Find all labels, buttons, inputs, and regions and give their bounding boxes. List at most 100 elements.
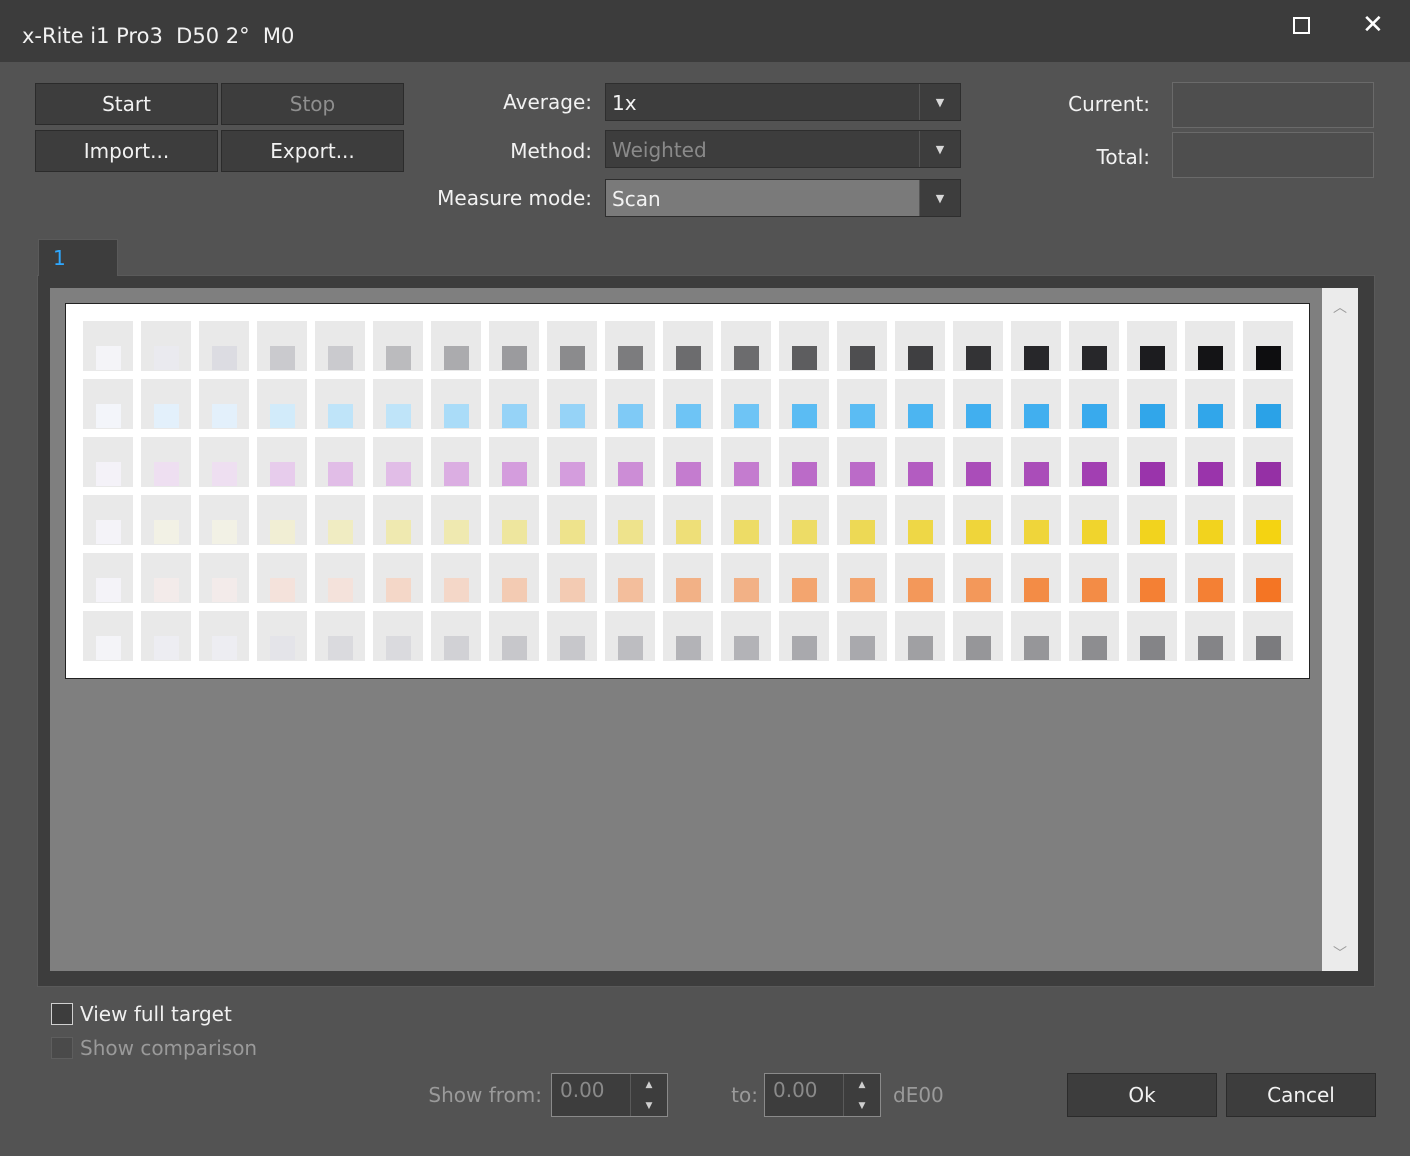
target-patch-cell <box>1243 321 1293 371</box>
tab-1[interactable]: 1 <box>38 239 118 276</box>
target-patch-swatch <box>1198 346 1223 370</box>
target-patch-swatch <box>734 404 759 428</box>
export-button[interactable]: Export... <box>221 130 404 172</box>
view-full-target-checkbox[interactable] <box>51 1003 73 1025</box>
target-patch-cell <box>199 495 249 545</box>
target-patch-cell <box>1243 495 1293 545</box>
title-bar: x-Rite i1 Pro3 D50 2° M0 ✕ <box>0 0 1410 62</box>
target-patch-cell <box>547 379 597 429</box>
maximize-button[interactable] <box>1280 10 1320 42</box>
target-patch-cell <box>1069 437 1119 487</box>
target-patch-cell <box>663 379 713 429</box>
target-patch-swatch <box>444 636 469 660</box>
target-patch-swatch <box>154 346 179 370</box>
scroll-up-icon[interactable]: ︿ <box>1322 292 1358 322</box>
target-patch-cell <box>489 495 539 545</box>
target-patch-cell <box>1069 321 1119 371</box>
target-patch-cell <box>257 379 307 429</box>
target-patch-cell <box>431 495 481 545</box>
spin-up-icon[interactable]: ▲ <box>631 1074 667 1095</box>
chevron-down-icon[interactable]: ▼ <box>919 84 960 120</box>
target-patch-swatch <box>212 462 237 486</box>
target-patch-swatch <box>96 346 121 370</box>
target-patch-cell <box>1069 379 1119 429</box>
show-comparison-option[interactable]: Show comparison <box>51 1035 257 1061</box>
total-label: Total: <box>1096 145 1150 169</box>
spin-down-icon[interactable]: ▼ <box>844 1095 880 1116</box>
chevron-down-icon[interactable]: ▼ <box>919 180 960 216</box>
target-patch-swatch <box>1140 578 1165 602</box>
target-patch-swatch <box>270 636 295 660</box>
target-patch-cell <box>895 553 945 603</box>
view-full-target-option[interactable]: View full target <box>51 1001 232 1027</box>
target-patch-cell <box>83 553 133 603</box>
target-patch-swatch <box>792 520 817 544</box>
target-patch-swatch <box>850 462 875 486</box>
ok-button[interactable]: Ok <box>1067 1073 1217 1117</box>
target-patch-cell <box>953 379 1003 429</box>
target-patch-swatch <box>792 578 817 602</box>
target-patch-cell <box>605 611 655 661</box>
vertical-scrollbar[interactable]: ︿ ﹀ <box>1322 288 1358 971</box>
to-label: to: <box>731 1083 758 1107</box>
close-button[interactable]: ✕ <box>1352 10 1392 42</box>
target-patch-cell <box>1243 553 1293 603</box>
target-patch-cell <box>489 553 539 603</box>
target-patch-cell <box>837 321 887 371</box>
target-patch-cell <box>199 321 249 371</box>
to-value: 0.00 <box>773 1078 818 1102</box>
target-patch-swatch <box>1140 462 1165 486</box>
target-patch-swatch <box>270 462 295 486</box>
target-patch-cell <box>1069 495 1119 545</box>
target-patch-cell <box>721 611 771 661</box>
start-button[interactable]: Start <box>35 83 218 125</box>
target-patch-swatch <box>908 636 933 660</box>
target-patch-cell <box>779 553 829 603</box>
target-patch-swatch <box>618 404 643 428</box>
import-button[interactable]: Import... <box>35 130 218 172</box>
show-comparison-checkbox[interactable] <box>51 1037 73 1059</box>
target-patch-swatch <box>1256 636 1281 660</box>
average-select[interactable]: 1x ▼ <box>605 83 961 121</box>
method-select[interactable]: Weighted ▼ <box>605 130 961 168</box>
target-patch-swatch <box>1140 404 1165 428</box>
target-patch-swatch <box>908 578 933 602</box>
stop-button[interactable]: Stop <box>221 83 404 125</box>
target-patch-cell <box>489 437 539 487</box>
target-patch-cell <box>721 553 771 603</box>
target-patch-cell <box>1185 321 1235 371</box>
target-patch-swatch <box>96 520 121 544</box>
target-patch-cell <box>257 437 307 487</box>
cancel-button[interactable]: Cancel <box>1226 1073 1376 1117</box>
target-patch-swatch <box>734 520 759 544</box>
target-patch-cell <box>373 611 423 661</box>
measure-mode-label: Measure mode: <box>437 186 592 210</box>
target-patch-swatch <box>212 520 237 544</box>
target-patch-cell <box>895 379 945 429</box>
scroll-down-icon[interactable]: ﹀ <box>1322 938 1358 968</box>
target-patch-cell <box>895 611 945 661</box>
spin-down-icon[interactable]: ▼ <box>631 1095 667 1116</box>
to-spinbox[interactable]: 0.00 ▲ ▼ <box>764 1073 881 1117</box>
target-patch-swatch <box>734 636 759 660</box>
target-patch-swatch <box>618 636 643 660</box>
target-patch-cell <box>721 321 771 371</box>
target-patch-cell <box>663 321 713 371</box>
target-patch-cell <box>83 437 133 487</box>
chevron-down-icon[interactable]: ▼ <box>919 131 960 167</box>
show-comparison-label: Show comparison <box>80 1036 258 1060</box>
target-patch-cell <box>547 321 597 371</box>
target-patch-cell <box>1011 553 1061 603</box>
from-spinbox[interactable]: 0.00 ▲ ▼ <box>551 1073 668 1117</box>
measure-mode-select[interactable]: Scan ▼ <box>605 179 961 217</box>
target-patch-cell <box>953 321 1003 371</box>
target-patch-swatch <box>618 346 643 370</box>
target-patch-swatch <box>1256 404 1281 428</box>
target-patch-cell <box>199 437 249 487</box>
target-patch-swatch <box>328 462 353 486</box>
spin-up-icon[interactable]: ▲ <box>844 1074 880 1095</box>
target-patch-cell <box>1127 611 1177 661</box>
target-patch-cell <box>1011 495 1061 545</box>
target-patch-cell <box>1127 495 1177 545</box>
target-patch-cell <box>721 379 771 429</box>
